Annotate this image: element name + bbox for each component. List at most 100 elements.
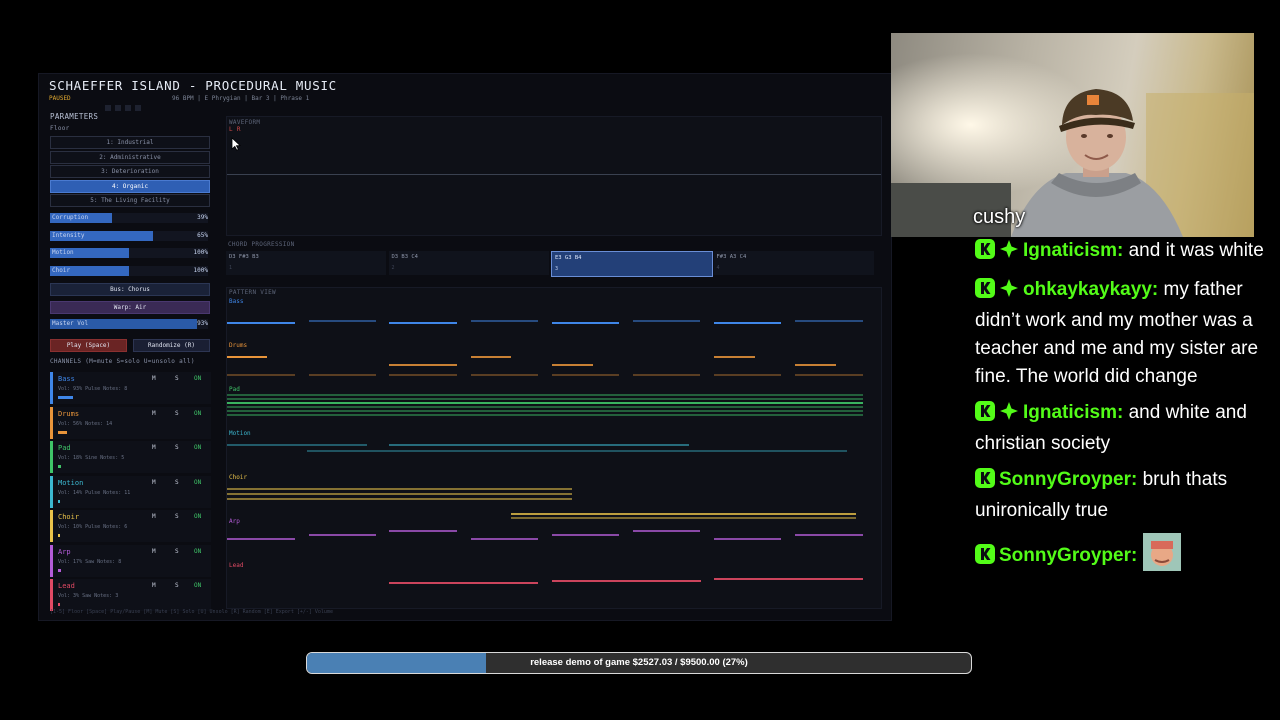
pattern-note [714, 322, 781, 324]
pattern-note [227, 538, 295, 540]
bus-button[interactable]: Bus: Chorus [50, 283, 210, 296]
pattern-note [511, 517, 856, 519]
master-volume-slider[interactable]: Master Vol 93% [50, 319, 208, 329]
pattern-note [227, 493, 572, 495]
kick-badge-icon [975, 468, 995, 497]
solo-button[interactable]: S [175, 479, 179, 486]
pattern-note [633, 374, 700, 376]
chat-username[interactable]: ohkaykaykayy [1023, 279, 1152, 300]
floor-button-3[interactable]: 3: Deterioration [50, 165, 210, 178]
mute-button[interactable]: M [152, 513, 156, 520]
channel-on-toggle[interactable]: ON [194, 513, 201, 520]
channel-motion[interactable]: Motion Vol: 14% Pulse Notes: 11 M S ON [50, 475, 211, 508]
solo-button[interactable]: S [175, 582, 179, 589]
slider-label: Corruption [52, 214, 89, 221]
chord-notes: D3 F#3 B3 [229, 254, 259, 260]
track-label-lead: Lead [229, 562, 244, 569]
chord-1[interactable]: D3 F#3 B3 1 [226, 251, 386, 275]
waveform-panel: WAVEFORM L R [226, 116, 882, 236]
channel-info: Vol: 93% Pulse Notes: 8 [58, 386, 128, 392]
chat-username[interactable]: Ignaticism [1023, 240, 1117, 261]
pattern-note [471, 320, 538, 322]
chat-message: ohkaykaykayy: my father didn’t work and … [975, 276, 1270, 391]
pattern-note [227, 394, 863, 396]
solo-button[interactable]: S [175, 375, 179, 382]
track-label-pad: Pad [229, 386, 240, 393]
channel-pad[interactable]: Pad Vol: 18% Sine Notes: 5 M S ON [50, 441, 211, 473]
chat-separator: : [1130, 545, 1138, 566]
pattern-note [389, 364, 457, 366]
chat-username[interactable]: SonnyGroyper [999, 469, 1131, 490]
mute-button[interactable]: M [152, 479, 156, 486]
pattern-note [471, 374, 538, 376]
play-button[interactable]: Play (Space) [50, 339, 127, 352]
slider-value: 100% [193, 249, 208, 256]
emote-icon [1142, 533, 1181, 580]
floor-button-4[interactable]: 4: Organic [50, 179, 210, 193]
pattern-note [714, 538, 781, 540]
channel-drums[interactable]: Drums Vol: 56% Notes: 14 M S ON [50, 406, 211, 439]
chat-separator: : [1116, 402, 1124, 423]
mute-button[interactable]: M [152, 444, 156, 451]
chord-notes: D3 B3 C4 [391, 254, 419, 260]
channel-level-meter [58, 568, 61, 572]
channel-info: Vol: 14% Pulse Notes: 11 [58, 489, 131, 496]
solo-button[interactable]: S [175, 444, 179, 451]
channel-info: Vol: 18% Sine Notes: 5 [58, 455, 125, 461]
master-volume-label: Master Vol [52, 320, 89, 327]
chat-username[interactable]: SonnyGroyper [999, 545, 1131, 566]
chat-separator: : [1116, 240, 1124, 261]
slider-label: Choir [52, 266, 71, 274]
mute-button[interactable]: M [152, 582, 156, 589]
solo-button[interactable]: S [175, 513, 179, 520]
tempo-info: 96 BPM | E Phrygian | Bar 3 | Phrase 1 [172, 95, 310, 102]
warp-button[interactable]: Warp: Air [50, 301, 210, 314]
pattern-note [227, 374, 295, 376]
streamer-video [891, 33, 1254, 237]
slider-corruption[interactable]: Corruption 39% [50, 213, 208, 223]
chat-feed: Ignaticism: and it was white ohkaykaykayy… [975, 237, 1270, 588]
channel-on-toggle[interactable]: ON [194, 410, 201, 417]
randomize-button[interactable]: Randomize (R) [133, 339, 210, 352]
channel-info: Vol: 56% Notes: 14 [58, 420, 113, 427]
chord-3[interactable]: E3 G3 B4 3 [551, 251, 713, 277]
channel-on-toggle[interactable]: ON [194, 444, 201, 451]
channel-bass[interactable]: Bass Vol: 93% Pulse Notes: 8 M S ON [50, 372, 211, 404]
floor-button-5[interactable]: 5: The Living Facility [50, 194, 210, 207]
channel-on-toggle[interactable]: ON [194, 375, 201, 382]
mute-button[interactable]: M [152, 548, 156, 555]
solo-button[interactable]: S [175, 410, 179, 417]
kick-badge-icon [975, 544, 995, 573]
channel-name: Motion [58, 478, 84, 487]
track-label-choir: Choir [229, 474, 248, 481]
mute-button[interactable]: M [152, 375, 156, 382]
slider-choir[interactable]: Choir 100% [50, 265, 208, 276]
channel-on-toggle[interactable]: ON [194, 479, 201, 486]
pattern-view-heading: PATTERN VIEW [229, 289, 276, 296]
floor-button-1[interactable]: 1: Industrial [50, 136, 210, 149]
channel-name: Drums [58, 409, 80, 418]
pattern-note [633, 320, 700, 322]
channel-arp[interactable]: Arp Vol: 17% Saw Notes: 8 M S ON [50, 544, 211, 577]
chord-2[interactable]: D3 B3 C4 2 [388, 251, 549, 275]
pattern-note [227, 444, 367, 446]
channel-on-toggle[interactable]: ON [194, 582, 201, 589]
pattern-note [227, 498, 572, 500]
channel-choir[interactable]: Choir Vol: 10% Pulse Notes: 6 M S ON [50, 510, 211, 542]
slider-value: 65% [197, 231, 208, 239]
mute-button[interactable]: M [152, 410, 156, 417]
slider-intensity[interactable]: Intensity 65% [50, 230, 208, 241]
floor-button-2[interactable]: 2: Administrative [50, 150, 210, 164]
slider-label: Motion [52, 249, 74, 256]
master-volume-value: 93% [197, 320, 208, 327]
channel-lead[interactable]: Lead Vol: 3% Saw Notes: 3 M S ON [50, 579, 211, 611]
pattern-note [227, 406, 863, 408]
solo-button[interactable]: S [175, 548, 179, 555]
channel-on-toggle[interactable]: ON [194, 548, 201, 555]
chat-username[interactable]: Ignaticism [1023, 402, 1117, 423]
chat-message: SonnyGroyper: bruh thats unironically tr… [975, 466, 1270, 525]
pattern-note [795, 364, 836, 366]
chord-4[interactable]: F#3 A3 C4 4 [713, 251, 874, 275]
chat-separator: : [1130, 469, 1138, 490]
slider-motion[interactable]: Motion 100% [50, 248, 208, 258]
